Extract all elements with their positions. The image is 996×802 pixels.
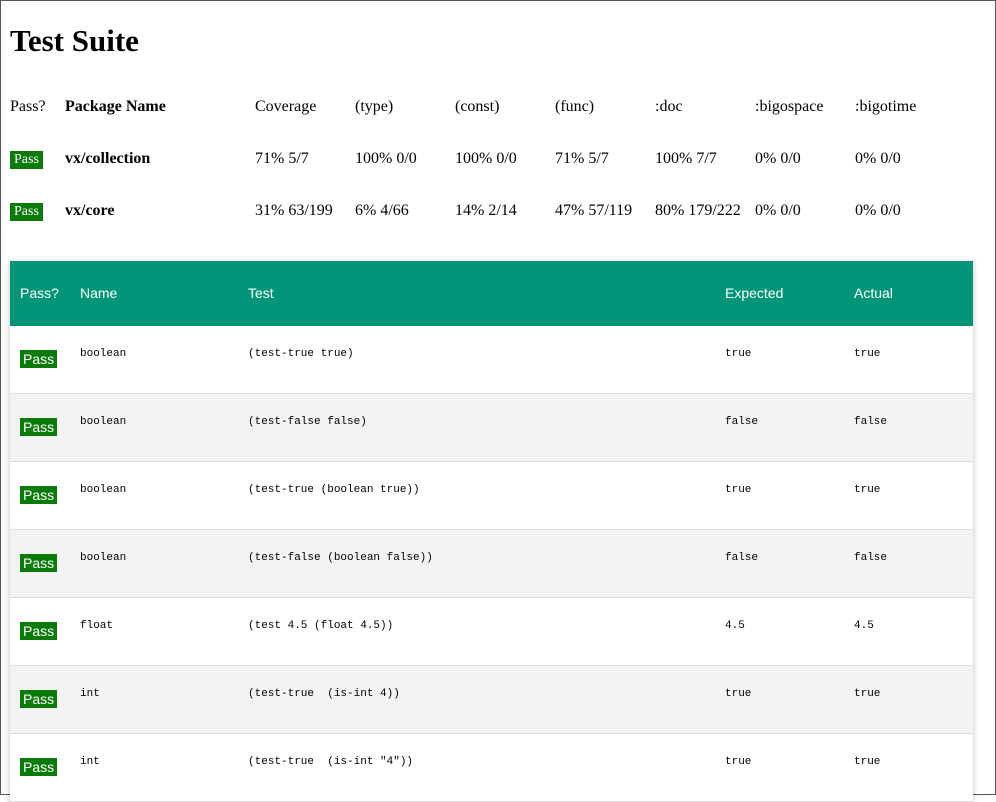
bigotime-value: 0% 0/0 [855, 150, 901, 167]
test-expression: (test-true true) [248, 348, 354, 360]
actual-value: true [854, 688, 881, 700]
test-expression: (test 4.5 (float 4.5)) [248, 620, 394, 632]
summary-header-doc: :doc [655, 98, 683, 115]
doc-value: 100% 7/7 [655, 150, 717, 167]
test-results-table: Pass? Name Test Expected Actual Pass boo… [10, 261, 973, 802]
func-value: 71% 5/7 [555, 150, 609, 167]
summary-header-bigospace: :bigospace [755, 98, 824, 115]
summary-header-row: Pass? Package Name Coverage (type) (cons… [1, 81, 955, 133]
actual-value: true [854, 348, 881, 360]
results-header-pass: Pass? [20, 285, 59, 301]
test-expression: (test-true (boolean true)) [248, 484, 420, 496]
table-row: Pass float (test 4.5 (float 4.5)) 4.5 4.… [10, 598, 973, 666]
bigotime-value: 0% 0/0 [855, 202, 901, 219]
type-value: 6% 4/66 [355, 202, 409, 219]
actual-value: 4.5 [854, 620, 874, 632]
summary-header-bigotime: :bigotime [855, 98, 917, 115]
doc-value: 80% 179/222 [655, 202, 741, 219]
table-row: Pass boolean (test-false (boolean false)… [10, 530, 973, 598]
table-row: Pass boolean (test-true (boolean true)) … [10, 462, 973, 530]
results-body: Pass boolean (test-true true) true true … [10, 326, 973, 802]
summary-row: Pass vx/collection 71% 5/7 100% 0/0 100%… [1, 133, 955, 185]
summary-header-type: (type) [355, 98, 394, 115]
results-header-expected: Expected [725, 285, 784, 301]
table-row: Pass int (test-true (is-int "4")) true t… [10, 734, 973, 802]
test-name: boolean [80, 416, 127, 428]
expected-value: 4.5 [725, 620, 745, 632]
test-name: float [80, 620, 114, 632]
pass-badge: Pass [20, 554, 58, 572]
test-name: boolean [80, 484, 127, 496]
pass-badge: Pass [10, 202, 43, 221]
actual-value: false [854, 552, 888, 564]
results-header-actual: Actual [854, 285, 893, 301]
summary-pass-cell: Pass [1, 185, 65, 237]
package-name: vx/core [65, 202, 115, 219]
test-name: boolean [80, 552, 127, 564]
results-header-name: Name [80, 285, 118, 301]
pass-badge: Pass [20, 350, 58, 368]
test-expression: (test-true (is-int "4")) [248, 756, 414, 768]
bigospace-value: 0% 0/0 [755, 150, 801, 167]
coverage-value: 31% 63/199 [255, 202, 333, 219]
page-title: Test Suite [10, 23, 139, 58]
const-value: 100% 0/0 [455, 150, 517, 167]
pass-badge: Pass [20, 418, 58, 436]
actual-value: false [854, 416, 888, 428]
func-value: 47% 57/119 [555, 202, 633, 219]
coverage-value: 71% 5/7 [255, 150, 309, 167]
expected-value: true [725, 348, 752, 360]
expected-value: true [725, 484, 752, 496]
table-row: Pass int (test-true (is-int 4)) true tru… [10, 666, 973, 734]
summary-pass-cell: Pass [1, 133, 65, 185]
summary-header-pass: Pass? [10, 98, 46, 115]
pass-badge: Pass [20, 690, 58, 708]
actual-value: true [854, 756, 881, 768]
test-name: boolean [80, 348, 127, 360]
table-row: Pass boolean (test-true true) true true [10, 326, 973, 394]
expected-value: true [725, 756, 752, 768]
pass-badge: Pass [20, 622, 58, 640]
table-row: Pass boolean (test-false false) false fa… [10, 394, 973, 462]
pass-badge: Pass [20, 758, 58, 776]
actual-value: true [854, 484, 881, 496]
expected-value: false [725, 552, 759, 564]
bigospace-value: 0% 0/0 [755, 202, 801, 219]
package-name: vx/collection [65, 150, 151, 167]
test-expression: (test-false false) [248, 416, 367, 428]
test-expression: (test-false (boolean false)) [248, 552, 433, 564]
type-value: 100% 0/0 [355, 150, 417, 167]
results-header-row: Pass? Name Test Expected Actual [10, 261, 973, 326]
results-header-test: Test [248, 285, 274, 301]
pass-badge: Pass [10, 150, 43, 169]
expected-value: true [725, 688, 752, 700]
test-name: int [80, 756, 100, 768]
summary-row: Pass vx/core 31% 63/199 6% 4/66 14% 2/14… [1, 185, 955, 237]
summary-header-coverage: Coverage [255, 98, 317, 115]
summary-header-func: (func) [555, 98, 595, 115]
package-summary-table: Pass? Package Name Coverage (type) (cons… [1, 81, 955, 237]
expected-value: false [725, 416, 759, 428]
summary-header-const: (const) [455, 98, 500, 115]
test-name: int [80, 688, 100, 700]
summary-header-package: Package Name [65, 98, 166, 115]
const-value: 14% 2/14 [455, 202, 517, 219]
pass-badge: Pass [20, 486, 58, 504]
test-expression: (test-true (is-int 4)) [248, 688, 400, 700]
